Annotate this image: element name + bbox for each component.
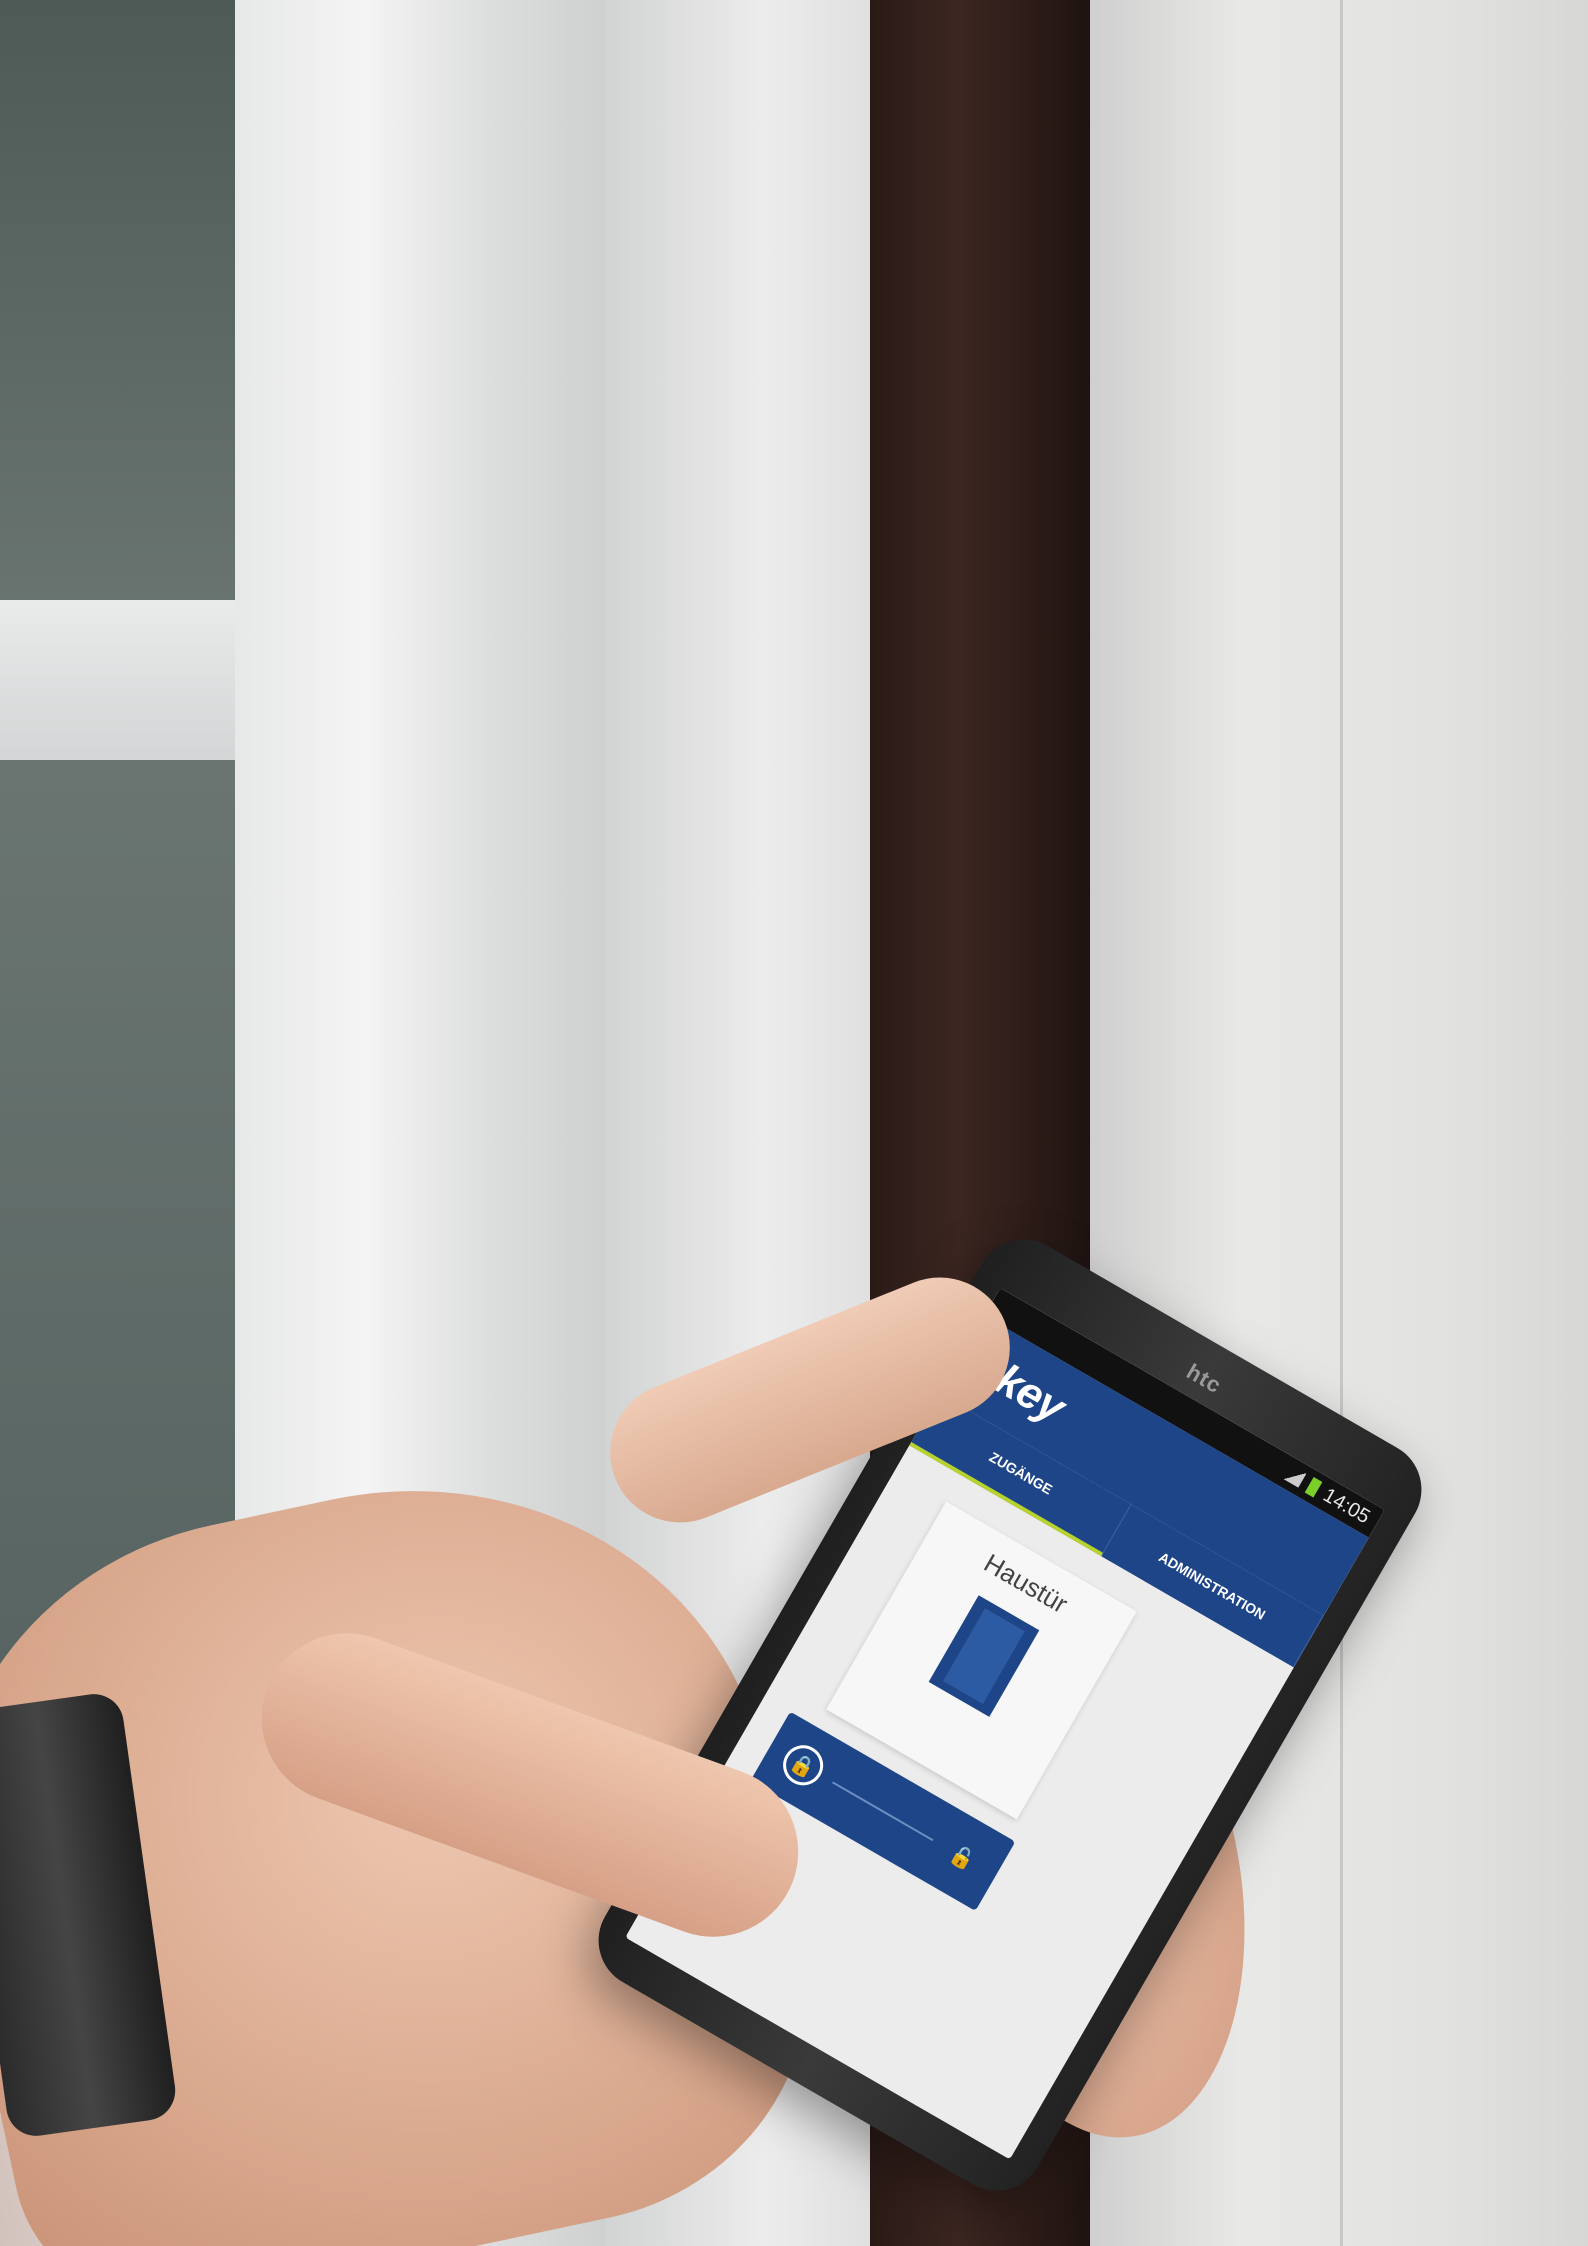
door-icon (928, 1595, 1040, 1717)
unlock-icon: 🔓 (945, 1841, 979, 1874)
photo-scene: htc 14:05 ekey ZUGÄNGE ADMINISTRATION Ha… (0, 0, 1588, 2246)
slider-track (832, 1781, 934, 1842)
wall-seam (1340, 0, 1343, 2246)
lock-icon[interactable]: 🔒 (775, 1737, 831, 1793)
window-frame (0, 600, 235, 760)
signal-icon (1282, 1464, 1307, 1488)
battery-icon (1304, 1476, 1323, 1498)
